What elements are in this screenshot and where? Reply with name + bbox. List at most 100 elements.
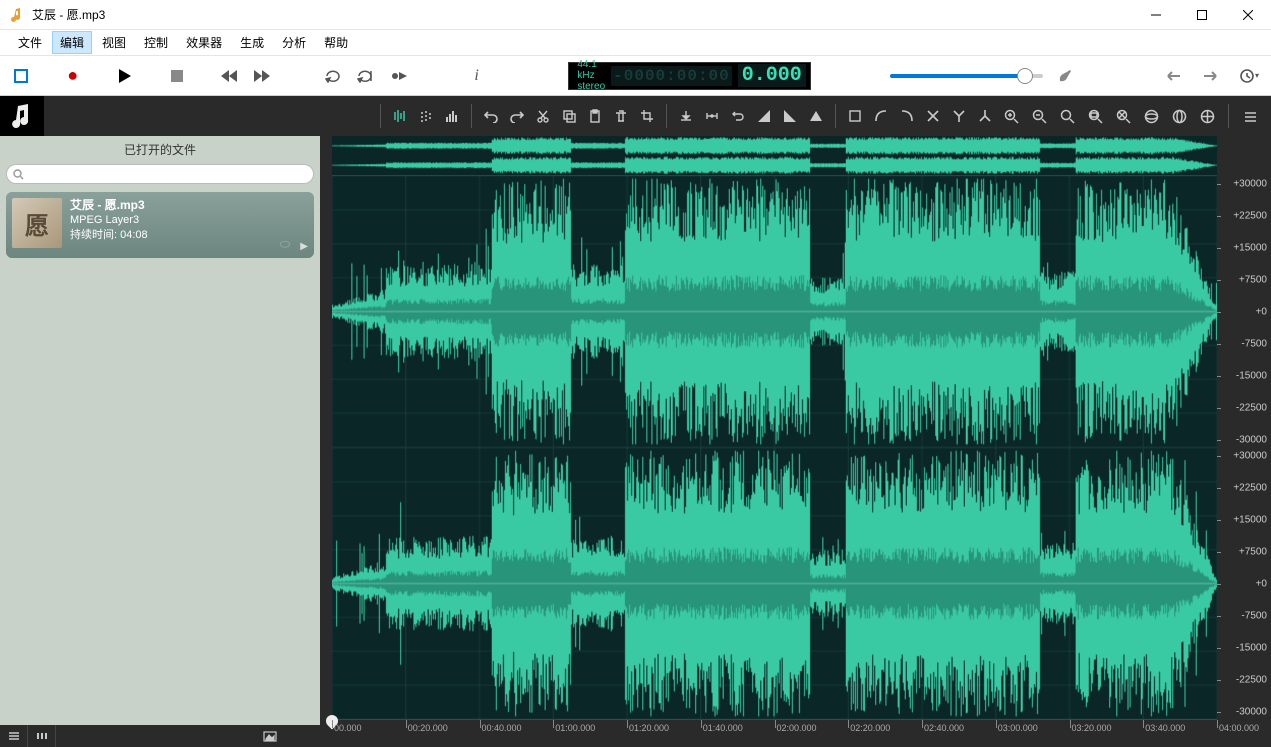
menu-bar: 文件编辑视图控制效果器生成分析帮助 <box>0 30 1271 56</box>
file-play-icon[interactable]: ▶ <box>300 241 308 252</box>
zoom-selection-button[interactable] <box>1083 104 1107 128</box>
nav-back-button[interactable] <box>1159 62 1187 90</box>
time-counter-bright: 0.000 <box>738 64 806 87</box>
amplitude-label: -22500 <box>1236 403 1267 414</box>
view-horizontal-icon[interactable] <box>1139 104 1163 128</box>
mode-dots-icon[interactable] <box>414 104 438 128</box>
waveform-main[interactable] <box>332 136 1217 725</box>
menu-item-0[interactable]: 文件 <box>10 31 50 54</box>
time-label: 03:40.000 <box>1145 723 1185 733</box>
time-label: 02:00.000 <box>777 723 817 733</box>
loop-section-button[interactable] <box>354 62 379 90</box>
skip-back-button[interactable] <box>216 62 241 90</box>
menu-item-2[interactable]: 视图 <box>94 31 134 54</box>
status-image-icon[interactable] <box>256 725 284 747</box>
zoom-in-button[interactable] <box>999 104 1023 128</box>
shape-square-icon[interactable] <box>843 104 867 128</box>
bars-menu-icon[interactable] <box>1238 104 1262 128</box>
mode-bars-icon[interactable] <box>388 104 412 128</box>
menu-item-7[interactable]: 帮助 <box>316 31 356 54</box>
file-link-icon: ⬭ <box>280 237 290 252</box>
time-counter: 44.1 kHz stereo -0000:00:00 0.000 <box>568 62 810 90</box>
skip-forward-button[interactable] <box>249 62 274 90</box>
app-icon <box>8 6 26 24</box>
fade-in-icon[interactable] <box>752 104 776 128</box>
status-list-icon[interactable] <box>0 725 28 747</box>
time-label: 01:40.000 <box>703 723 743 733</box>
shape-curve-right-icon[interactable] <box>869 104 893 128</box>
paste-button[interactable] <box>583 104 607 128</box>
file-item[interactable]: 愿 艾辰 - 愿.mp3 MPEG Layer3 持续时间: 04:08 ⬭ ▶ <box>6 192 314 258</box>
maximize-button[interactable] <box>1179 0 1225 30</box>
menu-item-4[interactable]: 效果器 <box>178 31 230 54</box>
time-label: 02:20.000 <box>850 723 890 733</box>
amplitude-label: +22500 <box>1233 483 1267 494</box>
menu-item-5[interactable]: 生成 <box>232 31 272 54</box>
title-bar: 艾辰 - 愿.mp3 <box>0 0 1271 30</box>
amplitude-label: +7500 <box>1239 275 1267 286</box>
view-lock-icon[interactable] <box>1195 104 1219 128</box>
close-button[interactable] <box>1225 0 1271 30</box>
info-button[interactable]: i <box>464 62 489 90</box>
app-logo <box>0 96 44 136</box>
nav-forward-button[interactable] <box>1197 62 1225 90</box>
amplitude-label: -15000 <box>1236 643 1267 654</box>
record-button[interactable]: ● <box>60 62 85 90</box>
minimize-button[interactable] <box>1133 0 1179 30</box>
file-format-label: MPEG Layer3 <box>70 213 148 228</box>
time-counter-dark: -0000:00:00 <box>611 66 732 86</box>
history-button[interactable]: ▾ <box>1235 62 1263 90</box>
time-ruler[interactable]: 00.00000:20.00000:40.00001:00.00001:20.0… <box>332 719 1217 737</box>
revert-silence-icon[interactable] <box>726 104 750 128</box>
menu-item-1[interactable]: 编辑 <box>52 31 92 54</box>
shape-x-icon[interactable] <box>921 104 945 128</box>
zoom-out-button[interactable] <box>1027 104 1051 128</box>
mode-spectrum-icon[interactable] <box>440 104 464 128</box>
delete-button[interactable] <box>609 104 633 128</box>
shape-fork-icon[interactable] <box>973 104 997 128</box>
time-label: 01:20.000 <box>629 723 669 733</box>
menu-item-6[interactable]: 分析 <box>274 31 314 54</box>
shape-curve-left-icon[interactable] <box>895 104 919 128</box>
cut-button[interactable] <box>531 104 555 128</box>
paint-icon[interactable] <box>1051 62 1079 90</box>
waveform-gutter <box>320 136 332 725</box>
silence-horiz-icon[interactable] <box>700 104 724 128</box>
waveform-overview[interactable] <box>332 136 1217 176</box>
channels-label: stereo <box>577 81 605 92</box>
time-label: 02:40.000 <box>924 723 964 733</box>
transport-toolbar: ● i 44.1 kHz stereo -0000:00:00 0.000 ▾ <box>0 56 1271 96</box>
play-button[interactable] <box>112 62 137 90</box>
fade-out-icon[interactable] <box>778 104 802 128</box>
stop-button[interactable] <box>164 62 189 90</box>
zoom-fit-button[interactable] <box>1055 104 1079 128</box>
shape-y-icon[interactable] <box>947 104 971 128</box>
silence-down-icon[interactable] <box>674 104 698 128</box>
amplitude-label: -30000 <box>1236 435 1267 446</box>
status-bars-icon[interactable] <box>28 725 56 747</box>
copy-button[interactable] <box>557 104 581 128</box>
waveform-area: +30000+22500+15000+7500+0-7500-15000-225… <box>320 136 1271 725</box>
undo-button[interactable] <box>479 104 503 128</box>
window-title: 艾辰 - 愿.mp3 <box>32 6 105 23</box>
time-label: 00:40.000 <box>482 723 522 733</box>
file-name-label: 艾辰 - 愿.mp3 <box>70 198 148 213</box>
menu-item-3[interactable]: 控制 <box>136 31 176 54</box>
triangle-up-icon[interactable] <box>804 104 828 128</box>
amplitude-label: +22500 <box>1233 211 1267 222</box>
zoom-all-button[interactable] <box>1111 104 1135 128</box>
sidebar-search-input[interactable] <box>6 164 314 184</box>
file-thumbnail: 愿 <box>12 198 62 248</box>
redo-button[interactable] <box>505 104 529 128</box>
amplitude-label: +0 <box>1256 579 1267 590</box>
volume-slider[interactable] <box>890 74 1043 78</box>
waveform-channel-right[interactable] <box>332 448 1217 720</box>
waveform-channel-left[interactable] <box>332 176 1217 448</box>
amplitude-label: +0 <box>1256 307 1267 318</box>
crop-button[interactable] <box>635 104 659 128</box>
loop-button[interactable] <box>320 62 345 90</box>
repeat-play-button[interactable] <box>387 62 412 90</box>
stop-outline-button[interactable] <box>8 62 33 90</box>
amplitude-label: -7500 <box>1241 611 1267 622</box>
view-vertical-icon[interactable] <box>1167 104 1191 128</box>
